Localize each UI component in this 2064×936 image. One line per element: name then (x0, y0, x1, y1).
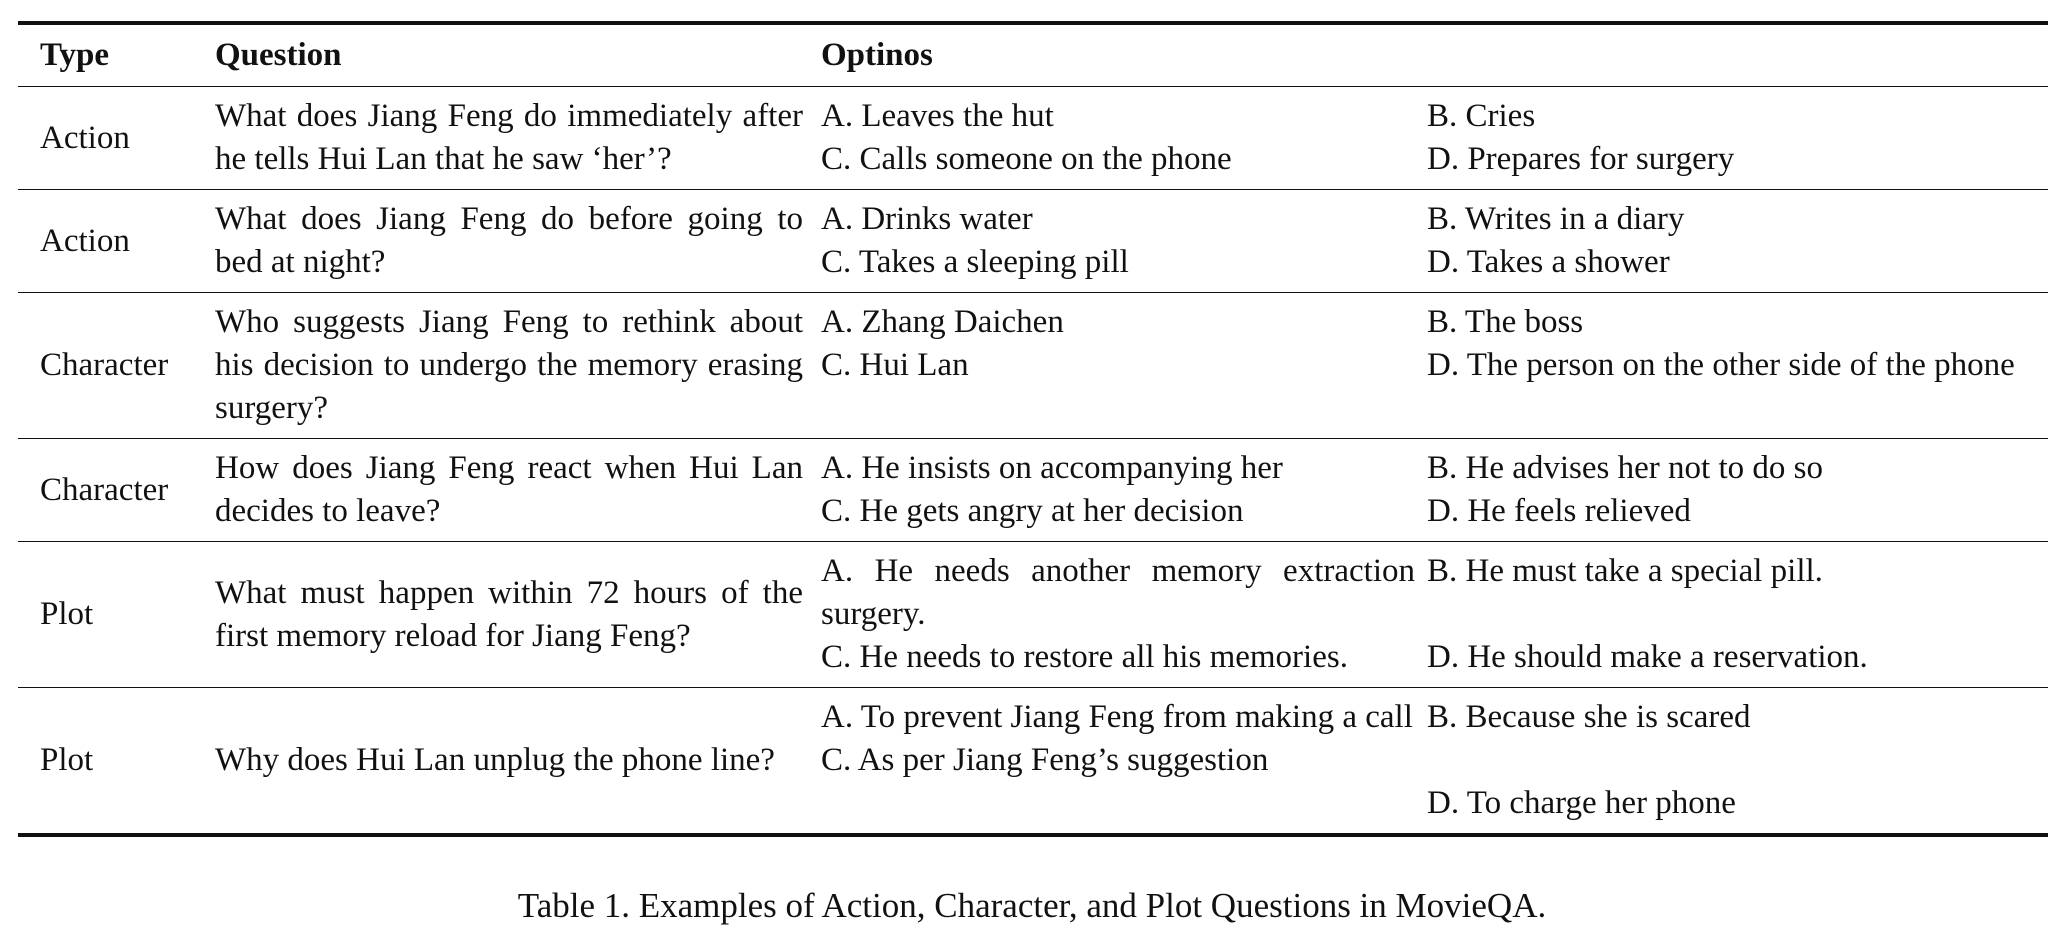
table-caption: Table 1. Examples of Action, Character, … (517, 886, 1547, 925)
header-question: Question (215, 36, 342, 73)
options-right-cell: B. Writes in a diary D. Takes a shower (1427, 190, 2048, 293)
header-type: Type (40, 36, 110, 73)
options-right-cell: B. He must take a special pill. D. He sh… (1427, 542, 2048, 688)
table-row: Plot What must happen within 72 hours of… (18, 542, 2048, 688)
option-b: B. Writes in a diary (1427, 201, 1685, 237)
option-a: A. Zhang Daichen (821, 304, 1064, 340)
type-cell: Action (40, 222, 130, 259)
question-cell: Why does Hui Lan unplug the phone line? (215, 742, 775, 778)
question-cell: How does Jiang Feng react when Hui Lan d… (215, 450, 803, 529)
options-right-cell: B. Because she is scared D. To charge he… (1427, 688, 2048, 836)
option-b: B. He must take a special pill. (1427, 553, 1823, 589)
options-right-cell: B. He advises her not to do so D. He fee… (1427, 439, 2048, 542)
question-cell: Who suggests Jiang Feng to rethink about… (215, 304, 803, 426)
option-b: B. The boss (1427, 304, 1584, 340)
question-cell: What must happen within 72 hours of the … (215, 574, 803, 654)
option-a: A. Leaves the hut (821, 98, 1054, 134)
options-left-cell: A. Drinks water C. Takes a sleeping pill (821, 190, 1427, 293)
option-c: C. Calls someone on the phone (821, 141, 1232, 177)
options-left-cell: A. He insists on accompanying her C. He … (821, 439, 1427, 542)
option-d: D. Prepares for surgery (1427, 141, 1735, 177)
option-a: A. Drinks water (821, 201, 1033, 237)
options-right-cell: B. The boss D. The person on the other s… (1427, 293, 2048, 439)
type-cell: Plot (40, 742, 94, 778)
type-cell: Action (40, 119, 130, 156)
table-row: Action What does Jiang Feng do immediate… (18, 87, 2048, 190)
option-a: A. He insists on accompanying her (821, 450, 1283, 486)
option-b: B. Because she is scared (1427, 699, 1751, 735)
option-c: C. As per Jiang Feng’s suggestion (821, 742, 1269, 778)
option-d: D. The person on the other side of the p… (1427, 347, 2015, 383)
qa-examples-table: Type Question Optinos Action What does J… (18, 21, 2048, 837)
option-c: C. Takes a sleeping pill (821, 244, 1129, 280)
option-a: A. To prevent Jiang Feng from making a c… (821, 699, 1413, 735)
qa-examples-table-wrapper: Type Question Optinos Action What does J… (18, 21, 2048, 837)
option-b: B. He advises her not to do so (1427, 450, 1823, 486)
option-c: C. He needs to restore all his memories. (821, 639, 1348, 675)
option-c: C. He gets angry at her decision (821, 493, 1244, 529)
table-row: Plot Why does Hui Lan unplug the phone l… (18, 688, 2048, 836)
options-left-cell: A. Leaves the hut C. Calls someone on th… (821, 87, 1427, 190)
option-d: D. He should make a reservation. (1427, 639, 1868, 675)
table-header-row: Type Question Optinos (18, 23, 2048, 87)
option-d: D. Takes a shower (1427, 244, 1670, 280)
option-d: D. He feels relieved (1427, 493, 1691, 529)
option-c: C. Hui Lan (821, 347, 969, 383)
type-cell: Character (40, 471, 169, 508)
option-a: A. He needs another memory extraction su… (821, 553, 1415, 632)
question-cell: What does Jiang Feng do immediately afte… (215, 98, 803, 177)
type-cell: Character (40, 347, 169, 383)
options-right-cell: B. Cries D. Prepares for surgery (1427, 87, 2048, 190)
table-row: Character How does Jiang Feng react when… (18, 439, 2048, 542)
options-left-cell: A. He needs another memory extraction su… (821, 542, 1427, 688)
table-row: Action What does Jiang Feng do before go… (18, 190, 2048, 293)
options-left-cell: A. Zhang Daichen C. Hui Lan (821, 293, 1427, 439)
type-cell: Plot (40, 596, 94, 632)
option-d: D. To charge her phone (1427, 785, 1736, 821)
table-row: Character Who suggests Jiang Feng to ret… (18, 293, 2048, 439)
options-left-cell: A. To prevent Jiang Feng from making a c… (821, 688, 1427, 836)
option-b: B. Cries (1427, 98, 1536, 134)
header-options: Optinos (821, 36, 933, 73)
question-cell: What does Jiang Feng do before going to … (215, 201, 803, 280)
